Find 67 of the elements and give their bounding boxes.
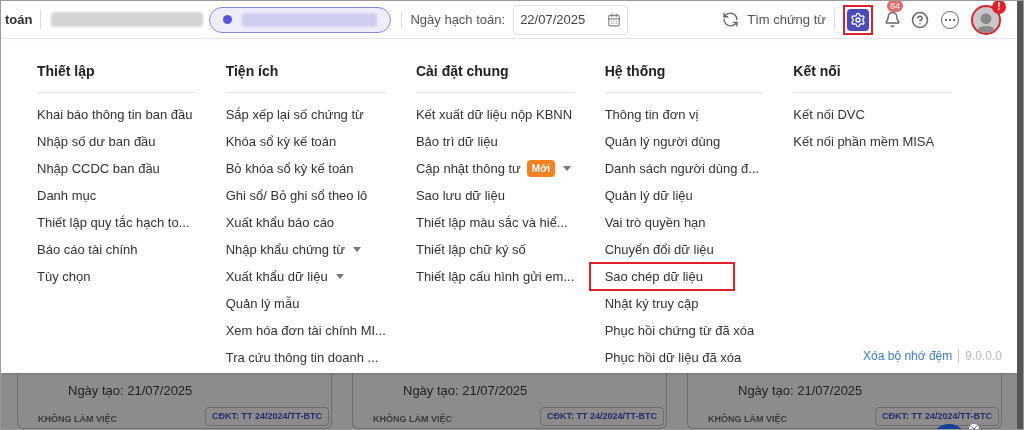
- notification-badge: 84: [887, 1, 903, 12]
- menu-item[interactable]: Nhật ký truy cập: [604, 293, 699, 314]
- menu-item[interactable]: Xem hóa đơn tài chính MI...: [225, 320, 386, 341]
- menu-item[interactable]: Nhập số dư ban đầu: [37, 131, 156, 152]
- menu-item[interactable]: Bảo trì dữ liệu: [415, 131, 498, 152]
- menu-item[interactable]: Cập nhật thông tư Mới: [415, 158, 571, 179]
- menu-item[interactable]: Sắp xếp lại số chứng từ: [225, 104, 364, 125]
- regime-tag: CĐKT: TT 24/2024/TT-BTC: [204, 406, 329, 426]
- status-text: KHÔNG LÀM VIỆC: [708, 412, 787, 426]
- menu-item[interactable]: Xuất khẩu báo cáo: [225, 212, 335, 233]
- menu-item[interactable]: Nhập CCDC ban đầu: [37, 158, 160, 179]
- menu-column-title: Thiết lập: [37, 61, 196, 93]
- menu-item[interactable]: Thiết lập màu sắc và hiể...: [415, 212, 568, 233]
- menu-item[interactable]: Vai trò quyền hạn: [604, 212, 706, 233]
- regime-tag: CĐKT: TT 24/2024/TT-BTC: [539, 406, 664, 426]
- menu-item[interactable]: Kết nối phần mềm MISA: [793, 131, 935, 152]
- menu-column-title: Hệ thống: [604, 61, 764, 93]
- created-date: Ngày tạo: 21/07/2025: [402, 382, 529, 400]
- menu-item[interactable]: Tùy chọn: [37, 266, 91, 287]
- menu-item[interactable]: Thiết lập cấu hình gửi em...: [415, 266, 575, 287]
- alert-badge: !: [992, 1, 1006, 14]
- menu-item[interactable]: Kết nối DVC: [793, 104, 865, 125]
- search-voucher-button[interactable]: Tìm chứng từ: [722, 9, 835, 30]
- menu-column-title: Tiện ích: [225, 61, 386, 93]
- menu-item[interactable]: Thiết lập quy tắc hạch to...: [37, 212, 190, 233]
- menu-column-title: Kết nối: [793, 61, 952, 93]
- avatar[interactable]: [971, 4, 1001, 35]
- notification-icon[interactable]: [883, 11, 901, 28]
- menu-item[interactable]: Tra cứu thông tin doanh ...: [225, 347, 379, 368]
- created-date: Ngày tạo: 21/07/2025: [67, 382, 194, 400]
- status-text: KHÔNG LÀM VIỆC: [373, 412, 452, 426]
- menu-item[interactable]: Phục hồi chứng từ đã xóa: [604, 320, 755, 341]
- menu-item[interactable]: Khai báo thông tin ban đầu: [37, 104, 193, 125]
- version-text: 9.0.0.0: [965, 348, 1002, 365]
- settings-button[interactable]: [843, 4, 873, 35]
- calendar-icon: [607, 12, 622, 27]
- menu-column-title: Cài đặt chung: [415, 61, 575, 93]
- menu-item[interactable]: Ghi sổ/ Bỏ ghi sổ theo lô: [225, 185, 368, 206]
- help-icon[interactable]: [911, 10, 929, 29]
- menu-item[interactable]: Danh sách người dùng đ...: [604, 158, 760, 179]
- settings-icon: [850, 11, 866, 28]
- status-text: KHÔNG LÀM VIỆC: [38, 412, 117, 426]
- menu-item[interactable]: Danh mục: [37, 185, 97, 206]
- menu-item[interactable]: Sao lưu dữ liệu: [415, 185, 505, 206]
- clear-cache-link[interactable]: Xóa bộ nhớ đệm: [863, 347, 953, 365]
- company-title: toán: [5, 9, 42, 30]
- menu-item[interactable]: Quản lý dữ liệu: [604, 185, 693, 206]
- menu-item[interactable]: Xuất khẩu dữ liệu: [225, 266, 344, 287]
- new-badge: Mới: [526, 160, 555, 177]
- menu-item[interactable]: Báo cáo tài chính: [37, 239, 138, 260]
- menu-item[interactable]: Khóa sổ kỳ kế toán: [225, 131, 337, 152]
- company-card[interactable]: Ngày tạo: 21/07/2025 KHÔNG LÀM VIỆC CĐKT: TT 24/2024/TT-BTC: [17, 373, 332, 429]
- menu-item[interactable]: Sao chép dữ liệu: [588, 261, 735, 292]
- menu-item[interactable]: Quản lý người dùng: [604, 131, 721, 152]
- menu-item[interactable]: Bỏ khóa sổ kỳ kế toán: [225, 158, 354, 179]
- posting-date-field[interactable]: 22/07/2025: [513, 4, 629, 35]
- company-card[interactable]: Ngày tạo: 21/07/2025 KHÔNG LÀM VIỆC CĐKT: TT 24/2024/TT-BTC: [352, 373, 667, 429]
- menu-item[interactable]: Quản lý mẫu: [225, 293, 300, 314]
- menu-item[interactable]: Kết xuất dữ liệu nộp KBNN: [415, 104, 573, 125]
- menu-item[interactable]: Nhập khẩu chứng từ: [225, 239, 361, 260]
- posting-date-label: Ngày hạch toán:: [410, 10, 506, 29]
- menu-item[interactable]: Chuyển đổi dữ liệu: [604, 239, 714, 260]
- menu-item[interactable]: Thông tin đơn vị: [604, 104, 699, 125]
- created-date: Ngày tạo: 21/07/2025: [737, 382, 864, 400]
- menu-item[interactable]: Phục hồi dữ liệu đã xóa: [604, 347, 742, 368]
- menu-item[interactable]: Thiết lập chữ ký số: [415, 239, 526, 260]
- database-selector[interactable]: [209, 6, 392, 33]
